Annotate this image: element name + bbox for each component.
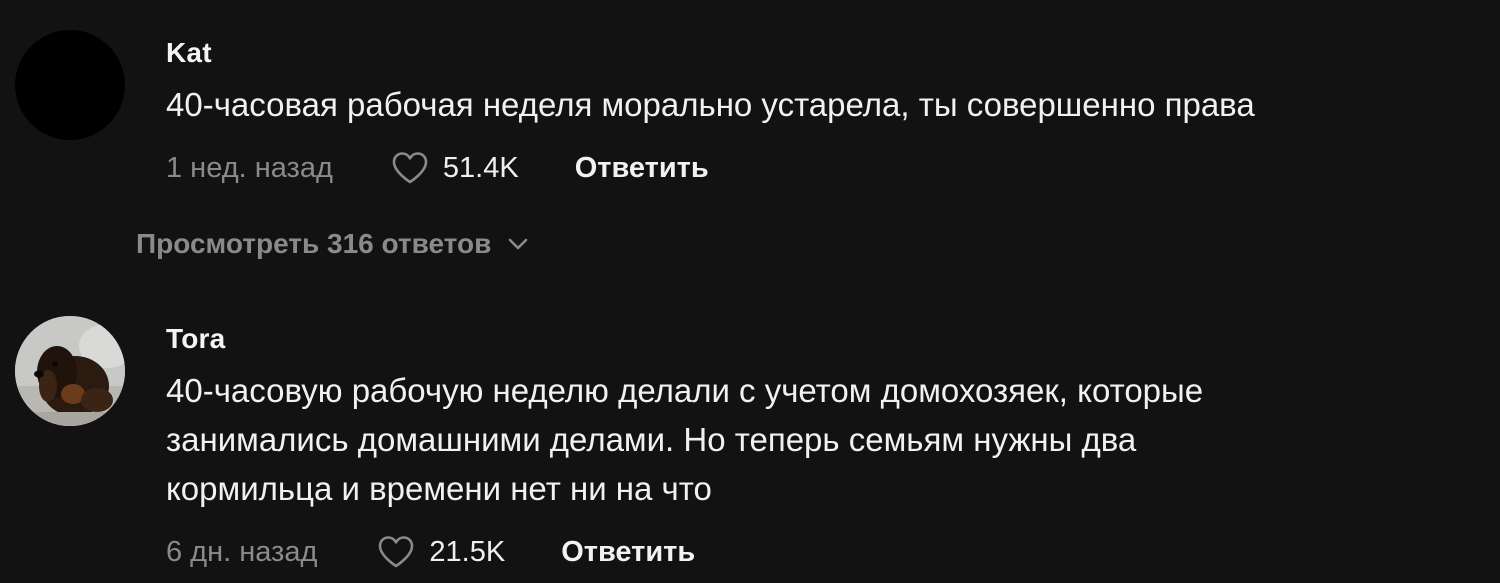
avatar[interactable] bbox=[15, 30, 125, 140]
comment-meta: 1 нед. назад 51.4K Ответить bbox=[166, 148, 709, 188]
dog-photo bbox=[15, 316, 125, 426]
comment-timestamp: 1 нед. назад bbox=[166, 151, 333, 184]
like-count: 21.5K bbox=[429, 535, 506, 568]
comment-text: 40-часовую рабочую неделю делали с учето… bbox=[166, 366, 1466, 513]
comment-meta: 6 дн. назад 21.5K Ответить bbox=[166, 532, 695, 572]
like-count: 51.4K bbox=[442, 151, 519, 184]
like-button[interactable]: 21.5K bbox=[377, 535, 505, 569]
reply-button[interactable]: Ответить bbox=[575, 152, 709, 185]
avatar[interactable] bbox=[15, 316, 125, 426]
heart-outline-icon bbox=[392, 152, 428, 184]
comment-text-line: 40-часовую рабочую неделю делали с учето… bbox=[166, 372, 1204, 409]
comment-timestamp: 6 дн. назад bbox=[166, 535, 318, 568]
comment-text: 40-часовая рабочая неделя морально устар… bbox=[166, 80, 1466, 129]
chevron-down-icon bbox=[509, 238, 528, 250]
view-replies-button[interactable]: Просмотреть 316 ответов bbox=[136, 228, 529, 260]
comment-username[interactable]: Tora bbox=[166, 323, 225, 355]
heart-outline-icon bbox=[379, 536, 414, 568]
comment-username[interactable]: Kat bbox=[166, 37, 212, 69]
comment-text-line: кормильца и времени нет ни на что bbox=[166, 470, 712, 507]
like-button[interactable]: 51.4K bbox=[391, 151, 519, 185]
comment-text-line: занимались домашними делами. Но теперь с… bbox=[166, 421, 1137, 458]
reply-button[interactable]: Ответить bbox=[561, 536, 695, 569]
comment-text-line: 40-часовая рабочая неделя морально устар… bbox=[166, 86, 1255, 123]
view-replies-label: Просмотреть 316 ответов bbox=[136, 228, 492, 259]
